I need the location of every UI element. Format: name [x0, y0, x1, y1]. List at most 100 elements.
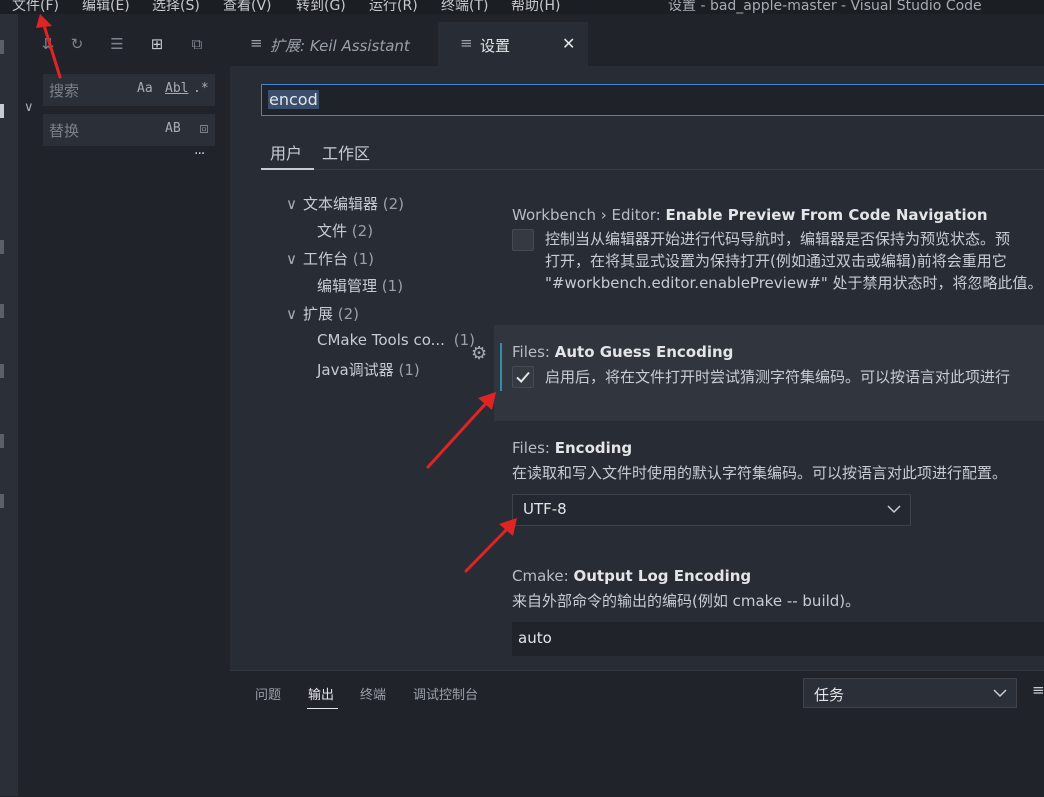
toc-label: 文件	[317, 222, 348, 240]
tab-settings[interactable]: ≡ 设置 ✕	[438, 22, 588, 66]
menu-help[interactable]: 帮助(H)	[511, 0, 560, 14]
menu-run[interactable]: 运行(R)	[369, 0, 418, 14]
setting-name: Output Log Encoding	[573, 567, 752, 585]
explorer-icon[interactable]	[0, 40, 4, 54]
toc-label: CMake Tools co...	[317, 331, 445, 349]
collapse-icon[interactable]: ⇊	[38, 34, 58, 54]
setting-desc-auto-guess-encoding: 启用后，将在文件打开时尝试猜测字符集编码。可以按语言对此项进行	[545, 368, 1011, 386]
toc-count: (2)	[337, 305, 360, 323]
toc-item-java-debugger[interactable]: Java调试器 (1)	[317, 359, 420, 380]
collapse-all-icon[interactable]: ⧉	[187, 34, 207, 54]
search-sidebar: ⇊ ↻ ☰ ⊞ ⧉ ∨ 搜索 Aa Abl .* 替换 AB ⧈ ···	[18, 14, 230, 796]
activity-bar	[0, 14, 18, 796]
setting-name: Auto Guess Encoding	[554, 343, 734, 361]
chevron-down-icon: ∨	[286, 250, 297, 268]
toc-label: 扩展	[302, 305, 333, 323]
toc-count: (1)	[381, 277, 404, 295]
toggle-replace-chevron-icon[interactable]: ∨	[24, 100, 34, 115]
run-debug-icon[interactable]	[0, 304, 4, 318]
extensions-icon[interactable]	[0, 364, 4, 378]
setting-title-auto-guess-encoding: Files: Auto Guess Encoding	[512, 343, 733, 361]
tab-keil-assistant[interactable]: ≡ 扩展: Keil Assistant	[242, 22, 438, 66]
cmake-output-log-encoding-input[interactable]: auto	[512, 622, 1044, 656]
scope-tab-workspace[interactable]: 工作区	[322, 140, 370, 164]
preview-file-icon: ≡	[250, 34, 263, 52]
panel-tab-output[interactable]: 输出	[308, 684, 334, 703]
list-icon[interactable]: ≡	[1032, 681, 1044, 699]
tab-label: 设置	[480, 37, 511, 55]
setting-category: Cmake:	[512, 567, 574, 585]
setting-category: Workbench › Editor:	[512, 206, 666, 224]
chevron-down-icon: ∨	[286, 195, 297, 213]
remote-icon[interactable]	[0, 434, 4, 448]
panel-tab-terminal[interactable]: 终端	[360, 684, 386, 703]
enable-preview-checkbox[interactable]	[512, 229, 534, 251]
menu-file[interactable]: 文件(F)	[12, 0, 59, 14]
panel-tab-problems[interactable]: 问题	[255, 684, 281, 703]
scope-tab-user[interactable]: 用户	[270, 140, 302, 164]
menu-edit[interactable]: 编辑(E)	[82, 0, 130, 14]
active-panel-tab-indicator	[307, 708, 338, 709]
toc-item-cmake-tools[interactable]: CMake Tools co... (1)	[317, 331, 475, 349]
desc-line: "#workbench.editor.enablePreview#" 处于禁用状…	[545, 274, 1043, 292]
setting-title-enable-preview: Workbench › Editor: Enable Preview From …	[512, 206, 988, 224]
match-case-icon[interactable]: Aa	[137, 81, 153, 96]
editor-tab-bar: ≡ 扩展: Keil Assistant ≡ 设置 ✕	[230, 14, 1044, 66]
toc-label: Java调试器	[317, 361, 394, 379]
search-input[interactable]: 搜索 Aa Abl .*	[43, 74, 215, 106]
checkmark-icon	[516, 371, 530, 383]
scope-divider	[261, 169, 1044, 170]
focus-indicator	[500, 343, 502, 391]
toc-item-editor-management[interactable]: 编辑管理 (1)	[317, 275, 403, 296]
source-control-icon[interactable]	[0, 240, 4, 254]
auto-guess-encoding-checkbox[interactable]	[512, 366, 534, 388]
account-icon[interactable]	[0, 494, 4, 508]
selected-value: 任务	[814, 686, 845, 704]
match-whole-word-icon[interactable]: Abl	[165, 81, 188, 96]
settings-search-value: encod	[268, 90, 319, 109]
settings-editor: encod 用户 工作区 ∨ 文本编辑器 (2) 文件 (2) ∨ 工作台 (1) …	[230, 66, 1044, 670]
settings-search-input[interactable]: encod	[261, 84, 1044, 116]
search-placeholder: 搜索	[49, 82, 80, 100]
settings-file-icon: ≡	[460, 34, 473, 52]
new-search-editor-icon[interactable]: ⊞	[147, 34, 167, 54]
setting-name: Encoding	[554, 439, 633, 457]
replace-placeholder: 替换	[49, 122, 80, 140]
bottom-panel: 问题 输出 终端 调试控制台 任务 ≡	[230, 670, 1044, 797]
preserve-case-icon[interactable]: AB	[165, 121, 181, 136]
chevron-down-icon	[993, 689, 1007, 698]
setting-desc-cmake-output-log-encoding: 来自外部命令的输出的编码(例如 cmake -- build)。	[512, 592, 861, 610]
replace-all-icon[interactable]: ⧈	[194, 118, 214, 138]
setting-title-cmake-output-log-encoding: Cmake: Output Log Encoding	[512, 567, 751, 585]
search-view-icon[interactable]	[0, 104, 4, 118]
menu-selection[interactable]: 选择(S)	[152, 0, 200, 14]
window-title: 设置 - bad_apple-master - Visual Studio Co…	[668, 0, 982, 14]
setting-desc-enable-preview: 控制当从编辑器开始进行代码导航时，编辑器是否保持为预览状态。预 打开，在将其显式…	[545, 228, 1043, 294]
clear-results-icon[interactable]: ☰	[107, 34, 127, 54]
use-regex-icon[interactable]: .*	[193, 81, 209, 96]
desc-line: 打开，在将其显式设置为保持打开(例如通过双击或编辑)前将会重用它	[545, 252, 1007, 270]
desc-line: 控制当从编辑器开始进行代码导航时，编辑器是否保持为预览状态。预	[545, 230, 1011, 248]
menu-view[interactable]: 查看(V)	[223, 0, 272, 14]
setting-desc-files-encoding: 在读取和写入文件时使用的默认字符集编码。可以按语言对此项进行配置。	[512, 464, 1008, 482]
menu-terminal[interactable]: 终端(T)	[441, 0, 488, 14]
output-channel-select[interactable]: 任务	[803, 678, 1017, 708]
toc-count: (1)	[398, 361, 420, 379]
tab-label: 扩展: Keil Assistant	[270, 37, 410, 55]
setting-category: Files:	[512, 439, 555, 457]
more-options-icon[interactable]: ···	[194, 146, 205, 162]
gear-icon[interactable]: ⚙	[471, 343, 487, 364]
toc-item-workbench[interactable]: ∨ 工作台 (1)	[286, 248, 374, 269]
files-encoding-select[interactable]: UTF-8	[512, 494, 911, 526]
setting-title-files-encoding: Files: Encoding	[512, 439, 632, 457]
replace-input[interactable]: 替换 AB	[43, 114, 215, 146]
toc-label: 编辑管理	[317, 277, 378, 295]
toc-item-extensions[interactable]: ∨ 扩展 (2)	[286, 303, 359, 324]
toc-item-text-editor[interactable]: ∨ 文本编辑器 (2)	[286, 193, 404, 214]
menu-go[interactable]: 转到(G)	[296, 0, 346, 14]
refresh-icon[interactable]: ↻	[67, 34, 87, 54]
close-icon[interactable]: ✕	[562, 34, 575, 53]
toc-item-files[interactable]: 文件 (2)	[317, 220, 373, 241]
panel-tab-debug-console[interactable]: 调试控制台	[413, 684, 478, 703]
setting-name: Enable Preview From Code Navigation	[665, 206, 988, 224]
